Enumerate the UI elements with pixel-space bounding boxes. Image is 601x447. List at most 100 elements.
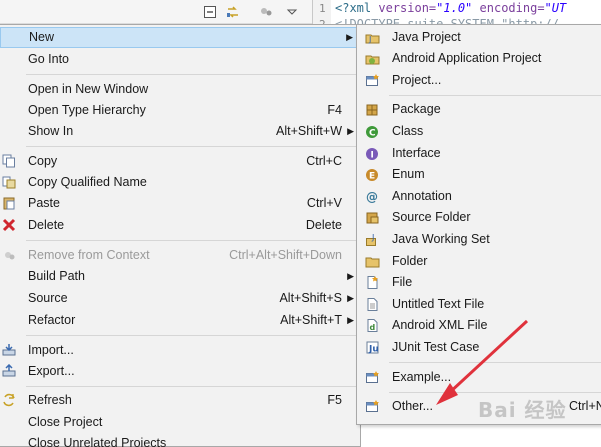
code-line-1: <?xml version="1.0" encoding="UT	[335, 1, 567, 15]
shortcut-label: Ctrl+Alt+Shift+Down	[229, 248, 342, 262]
submenu-arrow-icon: ▶	[347, 271, 354, 281]
submenu-item-label: Example...	[392, 370, 452, 384]
submenu-item-android-application-project[interactable]: Android Application Project	[357, 48, 601, 69]
menu-item-show-in[interactable]: Show In Alt+Shift+W ▶	[0, 121, 360, 142]
menu-item-refactor[interactable]: Refactor Alt+Shift+T ▶	[0, 310, 360, 331]
submenu-separator	[389, 95, 601, 96]
submenu-arrow-icon: ▶	[347, 315, 354, 325]
menu-item-open-type-hierarchy[interactable]: Open Type Hierarchy F4	[0, 100, 360, 121]
collapse-all-icon[interactable]	[202, 4, 218, 20]
svg-text:@: @	[366, 190, 378, 204]
svg-text:J: J	[368, 35, 371, 44]
submenu-item-android-xml-file[interactable]: d Android XML File	[357, 315, 601, 336]
focus-task-icon[interactable]	[258, 4, 274, 20]
submenu-separator	[389, 362, 601, 363]
menu-item-copy-qualified-name[interactable]: Copy Qualified Name	[0, 172, 360, 193]
menu-item-import[interactable]: Import...	[0, 340, 360, 361]
example-icon	[365, 370, 380, 385]
submenu-item-project[interactable]: Project...	[357, 70, 601, 91]
menu-item-copy[interactable]: Copy Ctrl+C	[0, 151, 360, 172]
menu-separator	[26, 240, 358, 241]
view-toolbar	[0, 0, 312, 24]
menu-item-label: Open Type Hierarchy	[28, 103, 146, 117]
menu-item-label: Delete	[28, 218, 65, 232]
shortcut-label: Ctrl+V	[306, 196, 342, 210]
submenu-arrow-icon: ▶	[347, 126, 354, 136]
menu-item-label: Copy Qualified Name	[28, 175, 147, 189]
menu-item-new[interactable]: New ▶	[0, 27, 360, 48]
submenu-item-label: Class	[392, 124, 424, 138]
submenu-item-label: Interface	[392, 146, 441, 160]
new-submenu: J Java Project Android Application Proje…	[356, 24, 601, 425]
text-file-icon	[365, 297, 380, 312]
submenu-item-untitled-text-file[interactable]: Untitled Text File	[357, 294, 601, 315]
menu-item-label: Show In	[28, 124, 74, 138]
menu-item-label: Refactor	[28, 313, 76, 327]
submenu-item-label: Source Folder	[392, 210, 471, 224]
shortcut-label: F4	[327, 103, 342, 117]
menu-separator	[26, 74, 358, 75]
menu-item-label: Close Unrelated Projects	[28, 436, 167, 447]
menu-item-close-unrelated-projects[interactable]: Close Unrelated Projects	[0, 433, 360, 447]
submenu-item-label: Android Application Project	[392, 51, 542, 65]
link-with-editor-icon[interactable]	[225, 4, 241, 20]
menu-item-label: Build Path	[28, 269, 85, 283]
line-number: 1	[319, 2, 326, 15]
menu-item-go-into[interactable]: Go Into	[0, 49, 360, 70]
file-icon	[365, 275, 380, 290]
enum-icon: E	[365, 167, 380, 182]
submenu-item-java-working-set[interactable]: J Java Working Set	[357, 229, 601, 250]
submenu-item-example[interactable]: Example...	[357, 367, 601, 388]
menu-item-refresh[interactable]: Refresh F5	[0, 390, 360, 411]
context-menu: New ▶ Go Into Open in New Window Open Ty…	[0, 24, 361, 447]
menu-item-delete[interactable]: Delete Delete	[0, 215, 360, 236]
submenu-item-class[interactable]: C Class	[357, 121, 601, 142]
class-icon: C	[365, 124, 380, 139]
project-icon	[365, 73, 380, 88]
android-project-icon	[365, 51, 380, 66]
other-icon	[365, 399, 380, 414]
svg-text:E: E	[369, 172, 375, 182]
svg-text:Ju: Ju	[368, 345, 379, 355]
annotation-icon: @	[365, 189, 380, 204]
submenu-item-java-project[interactable]: J Java Project	[357, 27, 601, 48]
submenu-item-label: Folder	[392, 254, 428, 268]
view-menu-icon[interactable]	[284, 4, 300, 20]
submenu-item-label: Java Project	[392, 30, 461, 44]
shortcut-label: Ctrl+N	[569, 399, 601, 413]
menu-separator	[26, 386, 358, 387]
submenu-item-source-folder[interactable]: Source Folder	[357, 207, 601, 228]
menu-item-label: Copy	[28, 154, 58, 168]
submenu-item-annotation[interactable]: @ Annotation	[357, 186, 601, 207]
interface-icon: I	[365, 146, 380, 161]
submenu-item-file[interactable]: File	[357, 272, 601, 293]
submenu-item-interface[interactable]: I Interface	[357, 143, 601, 164]
submenu-item-label: Project...	[392, 73, 442, 87]
menu-item-close-project[interactable]: Close Project	[0, 412, 360, 433]
menu-item-label: Paste	[28, 196, 60, 210]
submenu-arrow-icon: ▶	[346, 32, 353, 42]
submenu-item-label: Other...	[392, 399, 433, 413]
menu-separator	[26, 146, 358, 147]
submenu-item-folder[interactable]: Folder	[357, 251, 601, 272]
submenu-item-junit-test-case[interactable]: Ju JUnit Test Case	[357, 337, 601, 358]
menu-item-export[interactable]: Export...	[0, 361, 360, 382]
menu-item-label: Close Project	[28, 415, 103, 429]
folder-icon	[365, 254, 380, 269]
submenu-item-label: JUnit Test Case	[392, 340, 480, 354]
submenu-item-enum[interactable]: E Enum	[357, 164, 601, 185]
import-icon	[2, 343, 16, 357]
submenu-item-package[interactable]: Package	[357, 99, 601, 120]
menu-item-build-path[interactable]: Build Path ▶	[0, 266, 360, 287]
submenu-item-label: Enum	[392, 167, 425, 181]
menu-item-open-in-new-window[interactable]: Open in New Window	[0, 79, 360, 100]
svg-text:J: J	[371, 233, 374, 242]
menu-item-label: Refresh	[28, 393, 72, 407]
menu-item-paste[interactable]: Paste Ctrl+V	[0, 193, 360, 214]
shortcut-label: Alt+Shift+T	[280, 313, 342, 327]
submenu-item-label: Android XML File	[392, 318, 488, 332]
menu-item-source[interactable]: Source Alt+Shift+S ▶	[0, 288, 360, 309]
submenu-item-label: Annotation	[392, 189, 452, 203]
shortcut-label: Ctrl+C	[306, 154, 342, 168]
menu-item-label: Import...	[28, 343, 74, 357]
